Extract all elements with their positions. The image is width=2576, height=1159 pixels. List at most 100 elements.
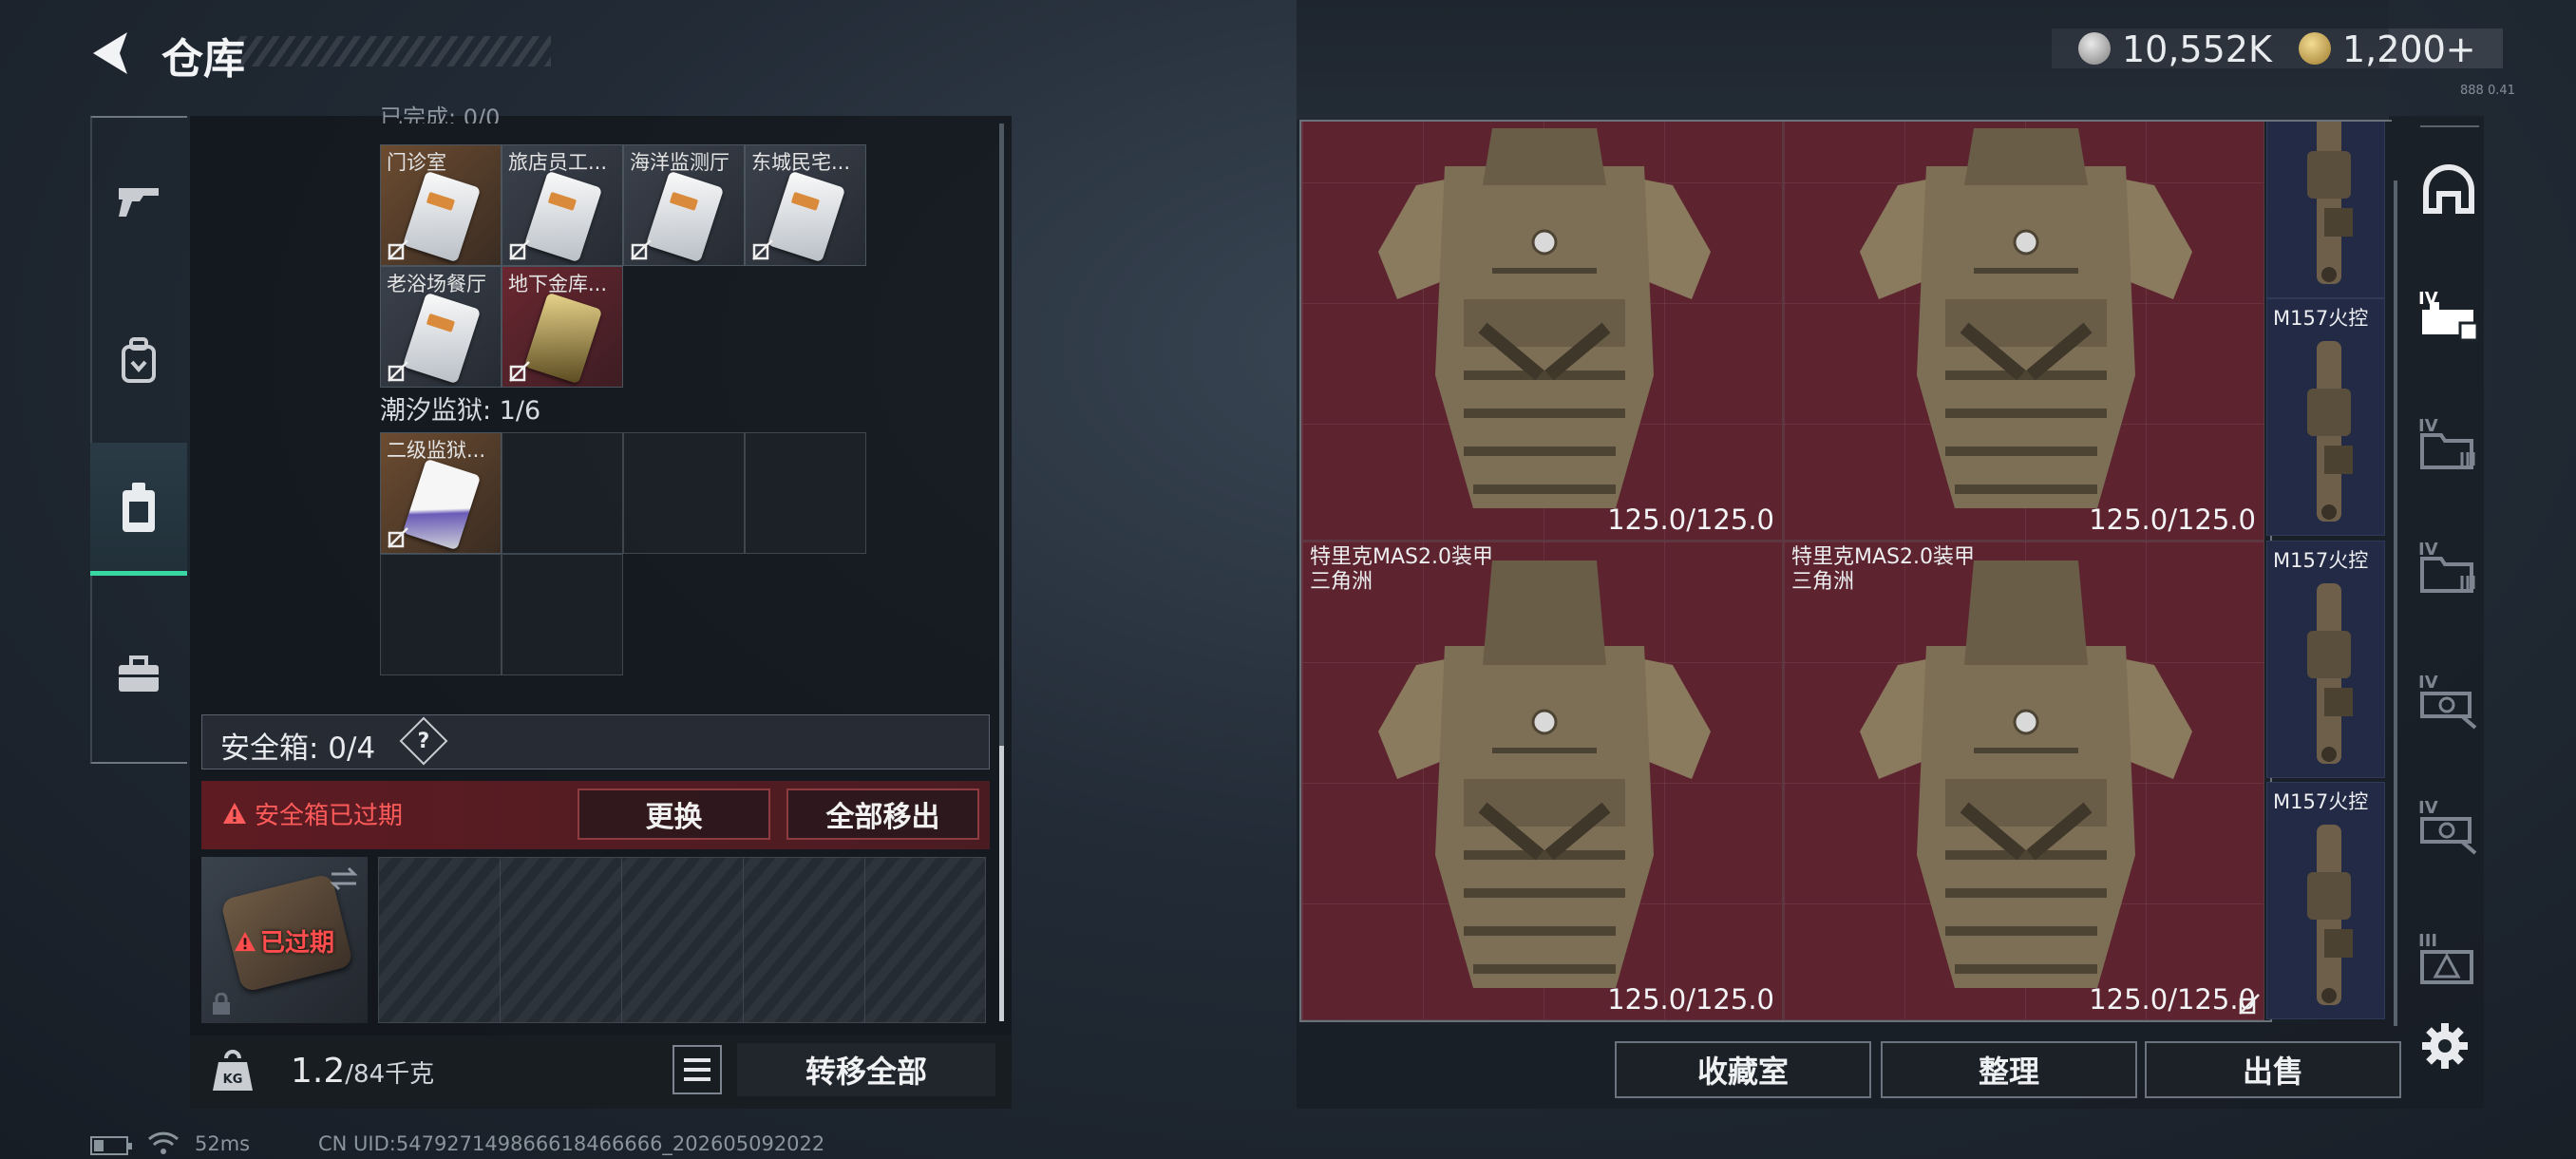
empty-slot[interactable] (502, 432, 623, 554)
warning-icon (235, 931, 256, 951)
armor-vest-image (1378, 560, 1711, 988)
empty-slot[interactable] (623, 432, 745, 554)
scope-item[interactable]: M157火控 (2266, 298, 2385, 536)
safebox-count: 安全箱: 0/4 (220, 732, 376, 766)
scope-item[interactable]: M157火控 (2266, 541, 2385, 778)
svg-text:IV: IV (2418, 416, 2438, 436)
swap-arrows-icon[interactable] (328, 864, 360, 893)
keycard-item[interactable]: 门诊室 (380, 144, 502, 266)
armor-vest-image (1860, 128, 2192, 508)
svg-text:IV: IV (2418, 540, 2438, 560)
folder-tier-iv-icon[interactable]: IV (2413, 532, 2485, 604)
completed-count: 已完成: 0/0 (380, 104, 501, 124)
lock-icon (213, 993, 230, 1015)
armor-durability: 125.0/125.0 (2089, 504, 2256, 536)
armor-durability: 125.0/125.0 (2089, 983, 2256, 1016)
back-arrow-icon[interactable] (85, 27, 139, 80)
helmet-icon[interactable] (2413, 156, 2485, 228)
page-title: 仓库 (161, 35, 245, 84)
armor-durability: 125.0/125.0 (1607, 504, 1774, 536)
nav-keycards[interactable] (90, 443, 187, 576)
sort-button[interactable]: 整理 (1881, 1041, 2137, 1098)
swap-safebox-button[interactable]: 更换 (578, 788, 770, 840)
fire-control-scope-image (2307, 104, 2353, 284)
svg-text:III: III (2418, 931, 2437, 951)
weight-icon: KG (213, 1050, 253, 1091)
slot-divider (621, 857, 622, 1023)
no-link-icon (388, 239, 408, 260)
keycard-icon (123, 482, 155, 532)
silver-coin-icon (2078, 32, 2111, 65)
no-link-icon (631, 239, 652, 260)
weight-capacity: /84千克 (345, 1060, 435, 1089)
armor-tier-iv-icon[interactable]: IV (2413, 281, 2485, 353)
armor-vest-image (1860, 560, 2192, 988)
no-link-icon (509, 239, 530, 260)
gold-coin-icon (2299, 32, 2331, 65)
pistol-icon (119, 188, 159, 217)
collection-room-button[interactable]: 收藏室 (1615, 1041, 1871, 1098)
slot-divider (864, 857, 865, 1023)
folder-tier-iv-icon[interactable]: IV (2413, 408, 2485, 481)
armor-item[interactable]: 特里克MAS2.0装甲 三角洲 125.0/125.0 (1783, 541, 2264, 1020)
scope-item[interactable]: M157火控 (2266, 782, 2385, 1019)
armor-item[interactable]: 125.0/125.0 (1783, 61, 2264, 541)
prison-section-title: 潮汐监狱: 1/6 (380, 396, 541, 426)
gold-currency-value[interactable]: 1,200+ (2342, 28, 2476, 70)
armor-item[interactable]: 125.0/125.0 (1301, 61, 1783, 541)
title-decoration (237, 36, 551, 66)
inventory-scroll-thumb[interactable] (999, 746, 1004, 1021)
no-link-icon (509, 361, 530, 382)
safebox-thumbnail[interactable]: 已过期 (201, 857, 368, 1023)
armor-durability: 125.0/125.0 (1607, 983, 1774, 1016)
gear-tier-iv-icon[interactable]: IV (2413, 790, 2485, 863)
fire-control-scope-image (2307, 583, 2353, 764)
warning-icon (223, 803, 246, 824)
empty-slot[interactable] (502, 554, 623, 675)
right-nav-divider (2420, 125, 2479, 127)
armor-vest-image (1378, 128, 1711, 508)
backpack-icon (122, 337, 156, 383)
stash-grid-top-border (1299, 120, 2392, 122)
list-view-icon[interactable] (672, 1045, 722, 1094)
nav-toolbox[interactable] (90, 608, 187, 741)
keycard-item[interactable]: 旅店员工... (502, 144, 623, 266)
armor-name: 特里克MAS2.0装甲 三角洲 (1310, 545, 1493, 594)
no-link-icon (388, 527, 408, 548)
nav-equipment[interactable] (90, 294, 187, 428)
safebox-expired-text: 安全箱已过期 (255, 802, 404, 830)
keycard-item[interactable]: 地下金库... (502, 266, 623, 388)
no-link-icon (752, 239, 773, 260)
move-all-out-button[interactable]: 全部移出 (786, 788, 979, 840)
armor-item[interactable]: 特里克MAS2.0装甲 三角洲 125.0/125.0 (1301, 541, 1783, 1020)
toolbox-icon (119, 656, 159, 692)
settings-gear-icon[interactable] (2420, 1021, 2470, 1071)
triangle-tier-iii-icon[interactable]: III (2413, 923, 2485, 996)
keycard-item[interactable]: 海洋监测厅 (623, 144, 745, 266)
user-uid: CN UID:547927149866618466666_20260509202… (318, 1132, 825, 1155)
expired-tag-text: 已过期 (260, 929, 335, 958)
no-link-icon (2239, 994, 2260, 1015)
weight-readout: 1.2/84千克 (291, 1052, 434, 1091)
slot-divider (500, 857, 501, 1023)
sell-button[interactable]: 出售 (2145, 1041, 2401, 1098)
fire-control-scope-image (2307, 341, 2353, 522)
gear-tier-iv-icon[interactable]: IV (2413, 665, 2485, 737)
empty-slot[interactable] (745, 432, 866, 554)
keycard-item[interactable]: 老浴场餐厅 (380, 266, 502, 388)
slot-divider (743, 857, 744, 1023)
keycard-item[interactable]: 二级监狱... (380, 432, 502, 554)
stash-scrollbar[interactable] (2394, 180, 2397, 1026)
transfer-all-button[interactable]: 转移全部 (737, 1043, 995, 1096)
version-mark: 888 0.41 (2460, 84, 2515, 98)
safebox-locked-slots (378, 857, 986, 1023)
empty-slot[interactable] (380, 554, 502, 675)
no-link-icon (388, 361, 408, 382)
weight-icon-label: KG (223, 1073, 243, 1087)
keycard-item[interactable]: 东城民宅... (745, 144, 866, 266)
wifi-icon (147, 1131, 180, 1154)
armor-name: 特里克MAS2.0装甲 三角洲 (1791, 545, 1975, 594)
nav-weapons[interactable] (90, 135, 187, 268)
weight-value: 1.2 (291, 1052, 346, 1091)
battery-icon (90, 1136, 132, 1155)
